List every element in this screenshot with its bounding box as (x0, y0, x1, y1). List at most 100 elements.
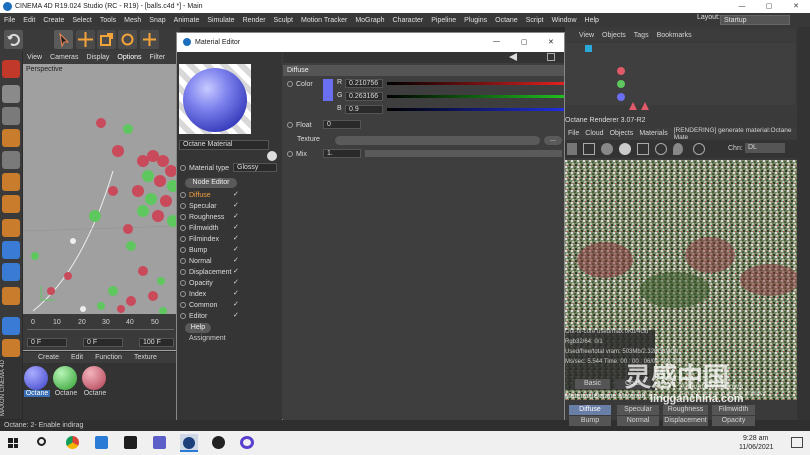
channel-checkbox[interactable]: ✓ (233, 213, 240, 220)
tab-specular[interactable]: Specular (617, 405, 659, 415)
menu-tools[interactable]: Tools (96, 17, 120, 24)
tab-filmwidth[interactable]: Filmwidth (712, 405, 755, 415)
menu-render[interactable]: Render (239, 17, 270, 24)
polygon-icon[interactable] (2, 151, 20, 169)
channel-checkbox[interactable]: ✓ (233, 301, 240, 308)
minimize-button[interactable]: — (729, 0, 755, 13)
channel-checkbox[interactable]: ✓ (233, 202, 240, 209)
b-value-field[interactable]: 0.9 (345, 105, 383, 114)
rotate-tool-icon[interactable] (118, 30, 137, 49)
menu-plugins[interactable]: Plugins (460, 17, 491, 24)
material-editor-titlebar[interactable]: Material Editor — ▢ ✕ (177, 33, 564, 52)
tab-opacity[interactable]: Opacity (712, 416, 755, 426)
channel-common[interactable]: Common (180, 300, 217, 310)
material-preview[interactable] (179, 64, 251, 134)
menu-select[interactable]: Select (68, 17, 95, 24)
menu-sculpt[interactable]: Sculpt (270, 17, 297, 24)
material-thumb[interactable]: Octane (82, 366, 108, 397)
cinema4d-taskbar-icon[interactable] (180, 434, 198, 452)
menu-pipeline[interactable]: Pipeline (427, 17, 460, 24)
channel-diffuse[interactable]: Diffuse (180, 190, 211, 200)
undo-icon[interactable] (4, 30, 23, 49)
g-value-field[interactable]: 0.263166 (345, 92, 383, 101)
menu-simulate[interactable]: Simulate (203, 17, 238, 24)
menu-create[interactable]: Create (39, 17, 68, 24)
notification-icon[interactable] (791, 437, 803, 448)
editor-maximize-button[interactable]: ▢ (521, 38, 528, 46)
lock-icon[interactable] (2, 339, 20, 357)
clock-date[interactable]: 11/06/2021 (739, 444, 774, 451)
channel-index[interactable]: Index (180, 289, 206, 299)
matmgr-menu-texture[interactable]: Texture (128, 354, 163, 361)
snap-icon[interactable] (2, 263, 20, 281)
frame-current-field[interactable]: 0 F (83, 338, 123, 347)
channel-select[interactable]: DL (745, 143, 785, 153)
texture-slot[interactable] (335, 136, 540, 145)
tab-roughness[interactable]: Roughness (663, 405, 708, 415)
object-list[interactable] (565, 43, 795, 110)
r-slider[interactable] (387, 82, 564, 85)
timeline[interactable]: 0 10 20 30 40 50 0 F 0 F 100 F (23, 314, 178, 350)
tab-basic[interactable]: Basic (575, 379, 610, 389)
channel-displacement[interactable]: Displacement (180, 267, 231, 277)
menu-edit[interactable]: Edit (19, 17, 39, 24)
layer-icon[interactable] (2, 317, 20, 335)
menu-window[interactable]: Window (548, 17, 581, 24)
viewport-menu-cameras[interactable]: Cameras (46, 54, 82, 61)
render-menu-cloud[interactable]: Cloud (582, 130, 606, 137)
assignment-label[interactable]: Assignment (189, 335, 226, 342)
grid-icon[interactable] (2, 129, 20, 147)
render-menu-objects[interactable]: Objects (607, 130, 637, 137)
material-name-field[interactable]: Octane Material (179, 140, 269, 150)
matmgr-menu-edit[interactable]: Edit (65, 354, 89, 361)
tab-displacement[interactable]: Displacement (663, 416, 708, 426)
editor-minimize-button[interactable]: — (493, 38, 500, 45)
point-icon[interactable] (2, 195, 20, 213)
channel-checkbox[interactable]: ✓ (233, 224, 240, 231)
render-menu-materials[interactable]: Materials (636, 130, 670, 137)
headphones-icon[interactable] (240, 436, 254, 449)
float-value-field[interactable]: 0 (323, 120, 361, 129)
render-menu-file[interactable]: File (565, 130, 582, 137)
r-value-field[interactable]: 0.210756 (345, 79, 383, 88)
layout-select[interactable]: Startup (720, 15, 790, 25)
pin-icon[interactable] (673, 143, 683, 155)
add-object-icon[interactable] (140, 30, 159, 49)
sphere-icon[interactable] (619, 143, 631, 155)
viewport-menu-display[interactable]: Display (82, 54, 113, 61)
channel-bump[interactable]: Bump (180, 245, 207, 255)
channel-roughness[interactable]: Roughness (180, 212, 224, 222)
settings-gear-icon[interactable] (601, 143, 613, 155)
move-tool-icon[interactable] (76, 30, 95, 49)
timeline-ruler[interactable]: 0 10 20 30 40 50 (27, 316, 174, 330)
menu-mesh[interactable]: Mesh (120, 17, 145, 24)
objects-menu-tags[interactable]: Tags (630, 32, 653, 39)
teams-icon[interactable] (153, 436, 166, 449)
menu-snap[interactable]: Snap (145, 17, 169, 24)
frame-end-field[interactable]: 100 F (139, 338, 174, 347)
frame-start-field[interactable]: 0 F (27, 338, 67, 347)
tab-diffuse[interactable]: Diffuse (569, 405, 611, 415)
viewport-menu-options[interactable]: Options (113, 54, 145, 61)
channel-checkbox[interactable]: ✓ (233, 191, 240, 198)
viewport-3d[interactable] (23, 51, 178, 351)
menu-animate[interactable]: Animate (170, 17, 204, 24)
viewport-menu-filter[interactable]: Filter (146, 54, 170, 61)
clock-icon[interactable] (693, 143, 705, 155)
workplane-icon[interactable] (2, 287, 20, 305)
axis-icon[interactable] (2, 219, 20, 237)
tag-icon[interactable] (585, 45, 592, 52)
material-type-select[interactable]: Glossy (233, 163, 277, 172)
lock-icon[interactable] (547, 53, 555, 61)
viewport-menu-view[interactable]: View (23, 54, 46, 61)
pause-icon[interactable] (567, 143, 577, 155)
menu-octane[interactable]: Octane (491, 17, 522, 24)
editor-close-button[interactable]: ✕ (548, 38, 554, 46)
back-arrow-icon[interactable] (509, 53, 517, 61)
search-icon[interactable] (37, 437, 46, 446)
channel-checkbox[interactable]: ✓ (233, 268, 240, 275)
cinema4d-icon[interactable] (2, 60, 20, 78)
material-tag-icon[interactable] (617, 93, 625, 101)
g-slider[interactable] (387, 95, 564, 98)
channel-filmwidth[interactable]: Filmwidth (180, 223, 219, 233)
